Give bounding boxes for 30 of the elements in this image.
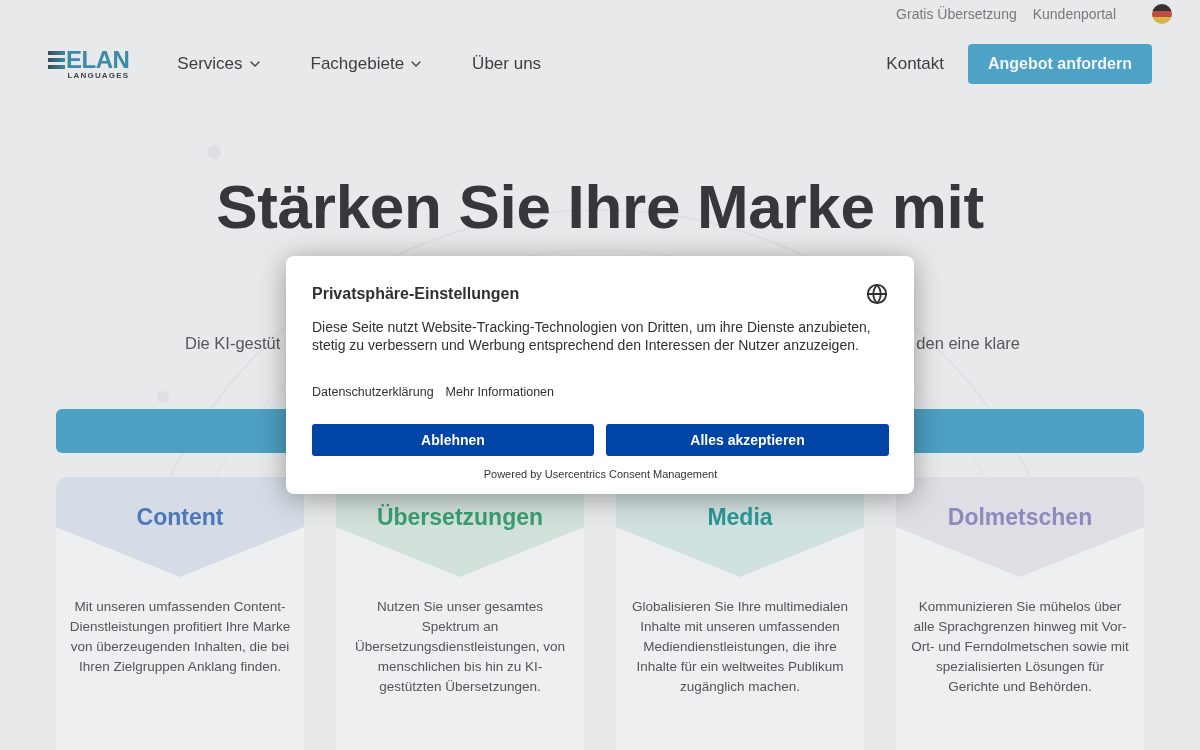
accept-button[interactable]: Alles akzeptieren <box>606 424 889 456</box>
hero-heading: Stärken Sie Ihre Marke mit <box>215 171 985 243</box>
card-title: Übersetzungen <box>376 503 544 532</box>
logo-tagline: LANGUAGES <box>67 70 130 80</box>
card-description: Kommunizieren Sie mühelos über alle Sprachgrenzen hinweg mit Vor-Ort- und Ferndolmetschen sowie mit spezialisierten Lösungen für Gerichte und Behörden. <box>910 598 1130 696</box>
card-description: Nutzen Sie unser gesamtes Spektrum an Übersetzungsdienstleistungen, von menschlichen bis hin zu KI-gestützten Übersetzungen. <box>353 598 567 696</box>
globe-icon[interactable] <box>866 283 888 305</box>
nav-menu-item[interactable]: Über uns <box>472 54 542 74</box>
stripes-icon <box>48 50 65 69</box>
card-title: Media <box>707 503 773 532</box>
hero-subtitle: den eine klare <box>916 333 1020 354</box>
decline-button[interactable]: Ablehnen <box>312 424 594 456</box>
hero-subtitle: Die KI-gestüt <box>185 333 281 354</box>
top-link[interactable]: Gratis Übersetzung <box>896 6 1017 22</box>
logo-wordmark: ELAN <box>66 48 130 71</box>
nav-menu-item[interactable]: Services <box>177 54 263 74</box>
top-link[interactable]: Kundenportal <box>1032 6 1116 22</box>
contact-link[interactable]: Kontakt <box>886 54 944 74</box>
dialog-link[interactable]: Datenschutzerklärung <box>312 384 434 400</box>
flag-icon[interactable] <box>1152 4 1172 24</box>
nav-menu-item[interactable]: Fachgebiete <box>310 54 425 74</box>
dialog-text: Diese Seite nutzt Website-Tracking-Technologien von Dritten, um ihre Dienste anzubieten, stetig zu verbessern und Werbung entsprechend den Interessen der Nutzer anzuzeigen. <box>312 318 872 354</box>
card-title: Dolmetschen <box>947 503 1093 532</box>
dialog-title: Privatsphäre-Einstellungen <box>312 284 520 304</box>
dialog-link[interactable]: Mehr Informationen <box>445 384 554 400</box>
card-description: Globalisieren Sie Ihre multimedialen Inhalte mit unseren umfassenden Mediendienstleistungen, die ihre Inhalte für ein weltweites Publikum zugänglich machen. <box>630 598 850 696</box>
logo[interactable]: ELAN LANGUAGES <box>48 48 130 80</box>
card-title: Content <box>136 503 224 532</box>
powered-by-text: Powered by Usercentrics Consent Management <box>483 467 718 481</box>
card-description: Mit unseren umfassenden Content-Dienstleistungen profitiert Ihre Marke von überzeugenden Inhalten, die bei Ihren Zielgruppen Anklang finden. <box>69 598 291 676</box>
